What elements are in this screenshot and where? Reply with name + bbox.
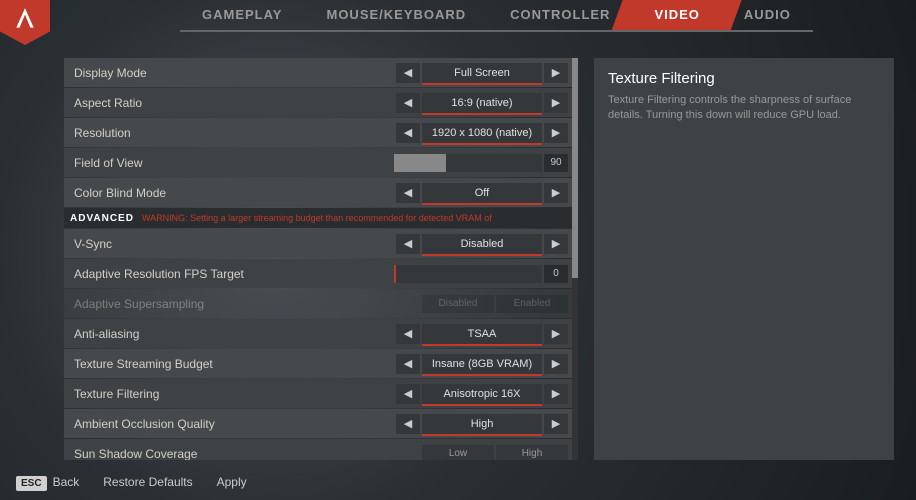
info-title: Texture Filtering [608, 70, 880, 87]
enabled-option: Enabled [496, 295, 568, 313]
row-resolution[interactable]: Resolution ◀ 1920 x 1080 (native) ▶ [64, 118, 578, 147]
row-display-mode[interactable]: Display Mode ◀ Full Screen ▶ [64, 58, 578, 87]
prev-button[interactable]: ◀ [396, 63, 420, 83]
tab-mouse-keyboard[interactable]: MOUSE/KEYBOARD [304, 0, 488, 32]
info-description: Texture Filtering controls the sharpness… [608, 93, 880, 124]
row-supersampling: Adaptive Supersampling Disabled Enabled [64, 289, 578, 318]
label: Adaptive Supersampling [74, 297, 420, 311]
row-vsync[interactable]: V-Sync ◀ Disabled ▶ [64, 229, 578, 258]
game-logo [0, 0, 50, 45]
apply-button[interactable]: Apply [217, 475, 247, 489]
label: Anti-aliasing [74, 327, 396, 341]
row-texture-filtering[interactable]: Texture Filtering ◀ Anisotropic 16X ▶ [64, 379, 578, 408]
next-button[interactable]: ▶ [544, 234, 568, 254]
back-button[interactable]: ESCBack [16, 475, 79, 489]
disabled-option: Disabled [422, 295, 494, 313]
next-button[interactable]: ▶ [544, 63, 568, 83]
row-texture-budget[interactable]: Texture Streaming Budget ◀ Insane (8GB V… [64, 349, 578, 378]
next-button[interactable]: ▶ [544, 123, 568, 143]
row-anti-aliasing[interactable]: Anti-aliasing ◀ TSAA ▶ [64, 319, 578, 348]
next-button[interactable]: ▶ [544, 183, 568, 203]
value: Full Screen [422, 63, 542, 83]
footer: ESCBack Restore Defaults Apply [0, 464, 916, 500]
tab-video[interactable]: VIDEO [632, 0, 721, 32]
prev-button[interactable]: ◀ [396, 183, 420, 203]
fps-value: 0 [544, 265, 568, 283]
header: GAMEPLAY MOUSE/KEYBOARD CONTROLLER VIDEO… [0, 0, 916, 40]
fov-value: 90 [544, 154, 568, 172]
value: Off [422, 183, 542, 203]
info-panel: Texture Filtering Texture Filtering cont… [594, 58, 894, 460]
label: Sun Shadow Coverage [74, 447, 420, 461]
label: Texture Streaming Budget [74, 357, 396, 371]
scrollbar-thumb[interactable] [572, 58, 578, 278]
settings-list: Display Mode ◀ Full Screen ▶ Aspect Rati… [64, 58, 578, 460]
settings-tabs: GAMEPLAY MOUSE/KEYBOARD CONTROLLER VIDEO… [50, 0, 813, 30]
prev-button[interactable]: ◀ [396, 234, 420, 254]
value: TSAA [422, 324, 542, 344]
value: 16:9 (native) [422, 93, 542, 113]
value: High [422, 414, 542, 434]
label: Aspect Ratio [74, 96, 396, 110]
prev-button[interactable]: ◀ [396, 123, 420, 143]
esc-key-icon: ESC [16, 476, 47, 491]
next-button[interactable]: ▶ [544, 324, 568, 344]
prev-button[interactable]: ◀ [396, 384, 420, 404]
prev-button[interactable]: ◀ [396, 414, 420, 434]
advanced-header: ADVANCED WARNING: Setting a larger strea… [64, 208, 578, 228]
next-button[interactable]: ▶ [544, 414, 568, 434]
label: Color Blind Mode [74, 186, 396, 200]
high-option[interactable]: High [496, 445, 568, 461]
label: V-Sync [74, 237, 396, 251]
fps-slider[interactable] [394, 265, 542, 283]
row-color-blind[interactable]: Color Blind Mode ◀ Off ▶ [64, 178, 578, 207]
restore-defaults-button[interactable]: Restore Defaults [103, 475, 192, 489]
value: Disabled [422, 234, 542, 254]
row-sun-shadow[interactable]: Sun Shadow Coverage Low High [64, 439, 578, 460]
next-button[interactable]: ▶ [544, 384, 568, 404]
label: Adaptive Resolution FPS Target [74, 267, 394, 281]
vram-warning: WARNING: Setting a larger streaming budg… [142, 213, 492, 223]
tab-audio[interactable]: AUDIO [722, 0, 813, 32]
label: Ambient Occlusion Quality [74, 417, 396, 431]
label: Resolution [74, 126, 396, 140]
prev-button[interactable]: ◀ [396, 93, 420, 113]
row-ambient-occlusion[interactable]: Ambient Occlusion Quality ◀ High ▶ [64, 409, 578, 438]
section-title: ADVANCED [70, 213, 134, 224]
fov-slider[interactable] [394, 154, 542, 172]
tab-controller[interactable]: CONTROLLER [488, 0, 632, 32]
row-adaptive-fps[interactable]: Adaptive Resolution FPS Target 0 [64, 259, 578, 288]
content: Display Mode ◀ Full Screen ▶ Aspect Rati… [0, 40, 916, 460]
value: 1920 x 1080 (native) [422, 123, 542, 143]
prev-button[interactable]: ◀ [396, 324, 420, 344]
next-button[interactable]: ▶ [544, 354, 568, 374]
row-fov[interactable]: Field of View 90 [64, 148, 578, 177]
prev-button[interactable]: ◀ [396, 354, 420, 374]
label: Display Mode [74, 66, 396, 80]
value: Insane (8GB VRAM) [422, 354, 542, 374]
next-button[interactable]: ▶ [544, 93, 568, 113]
low-option[interactable]: Low [422, 445, 494, 461]
value: Anisotropic 16X [422, 384, 542, 404]
label: Field of View [74, 156, 394, 170]
label: Texture Filtering [74, 387, 396, 401]
tab-gameplay[interactable]: GAMEPLAY [180, 0, 304, 32]
row-aspect-ratio[interactable]: Aspect Ratio ◀ 16:9 (native) ▶ [64, 88, 578, 117]
